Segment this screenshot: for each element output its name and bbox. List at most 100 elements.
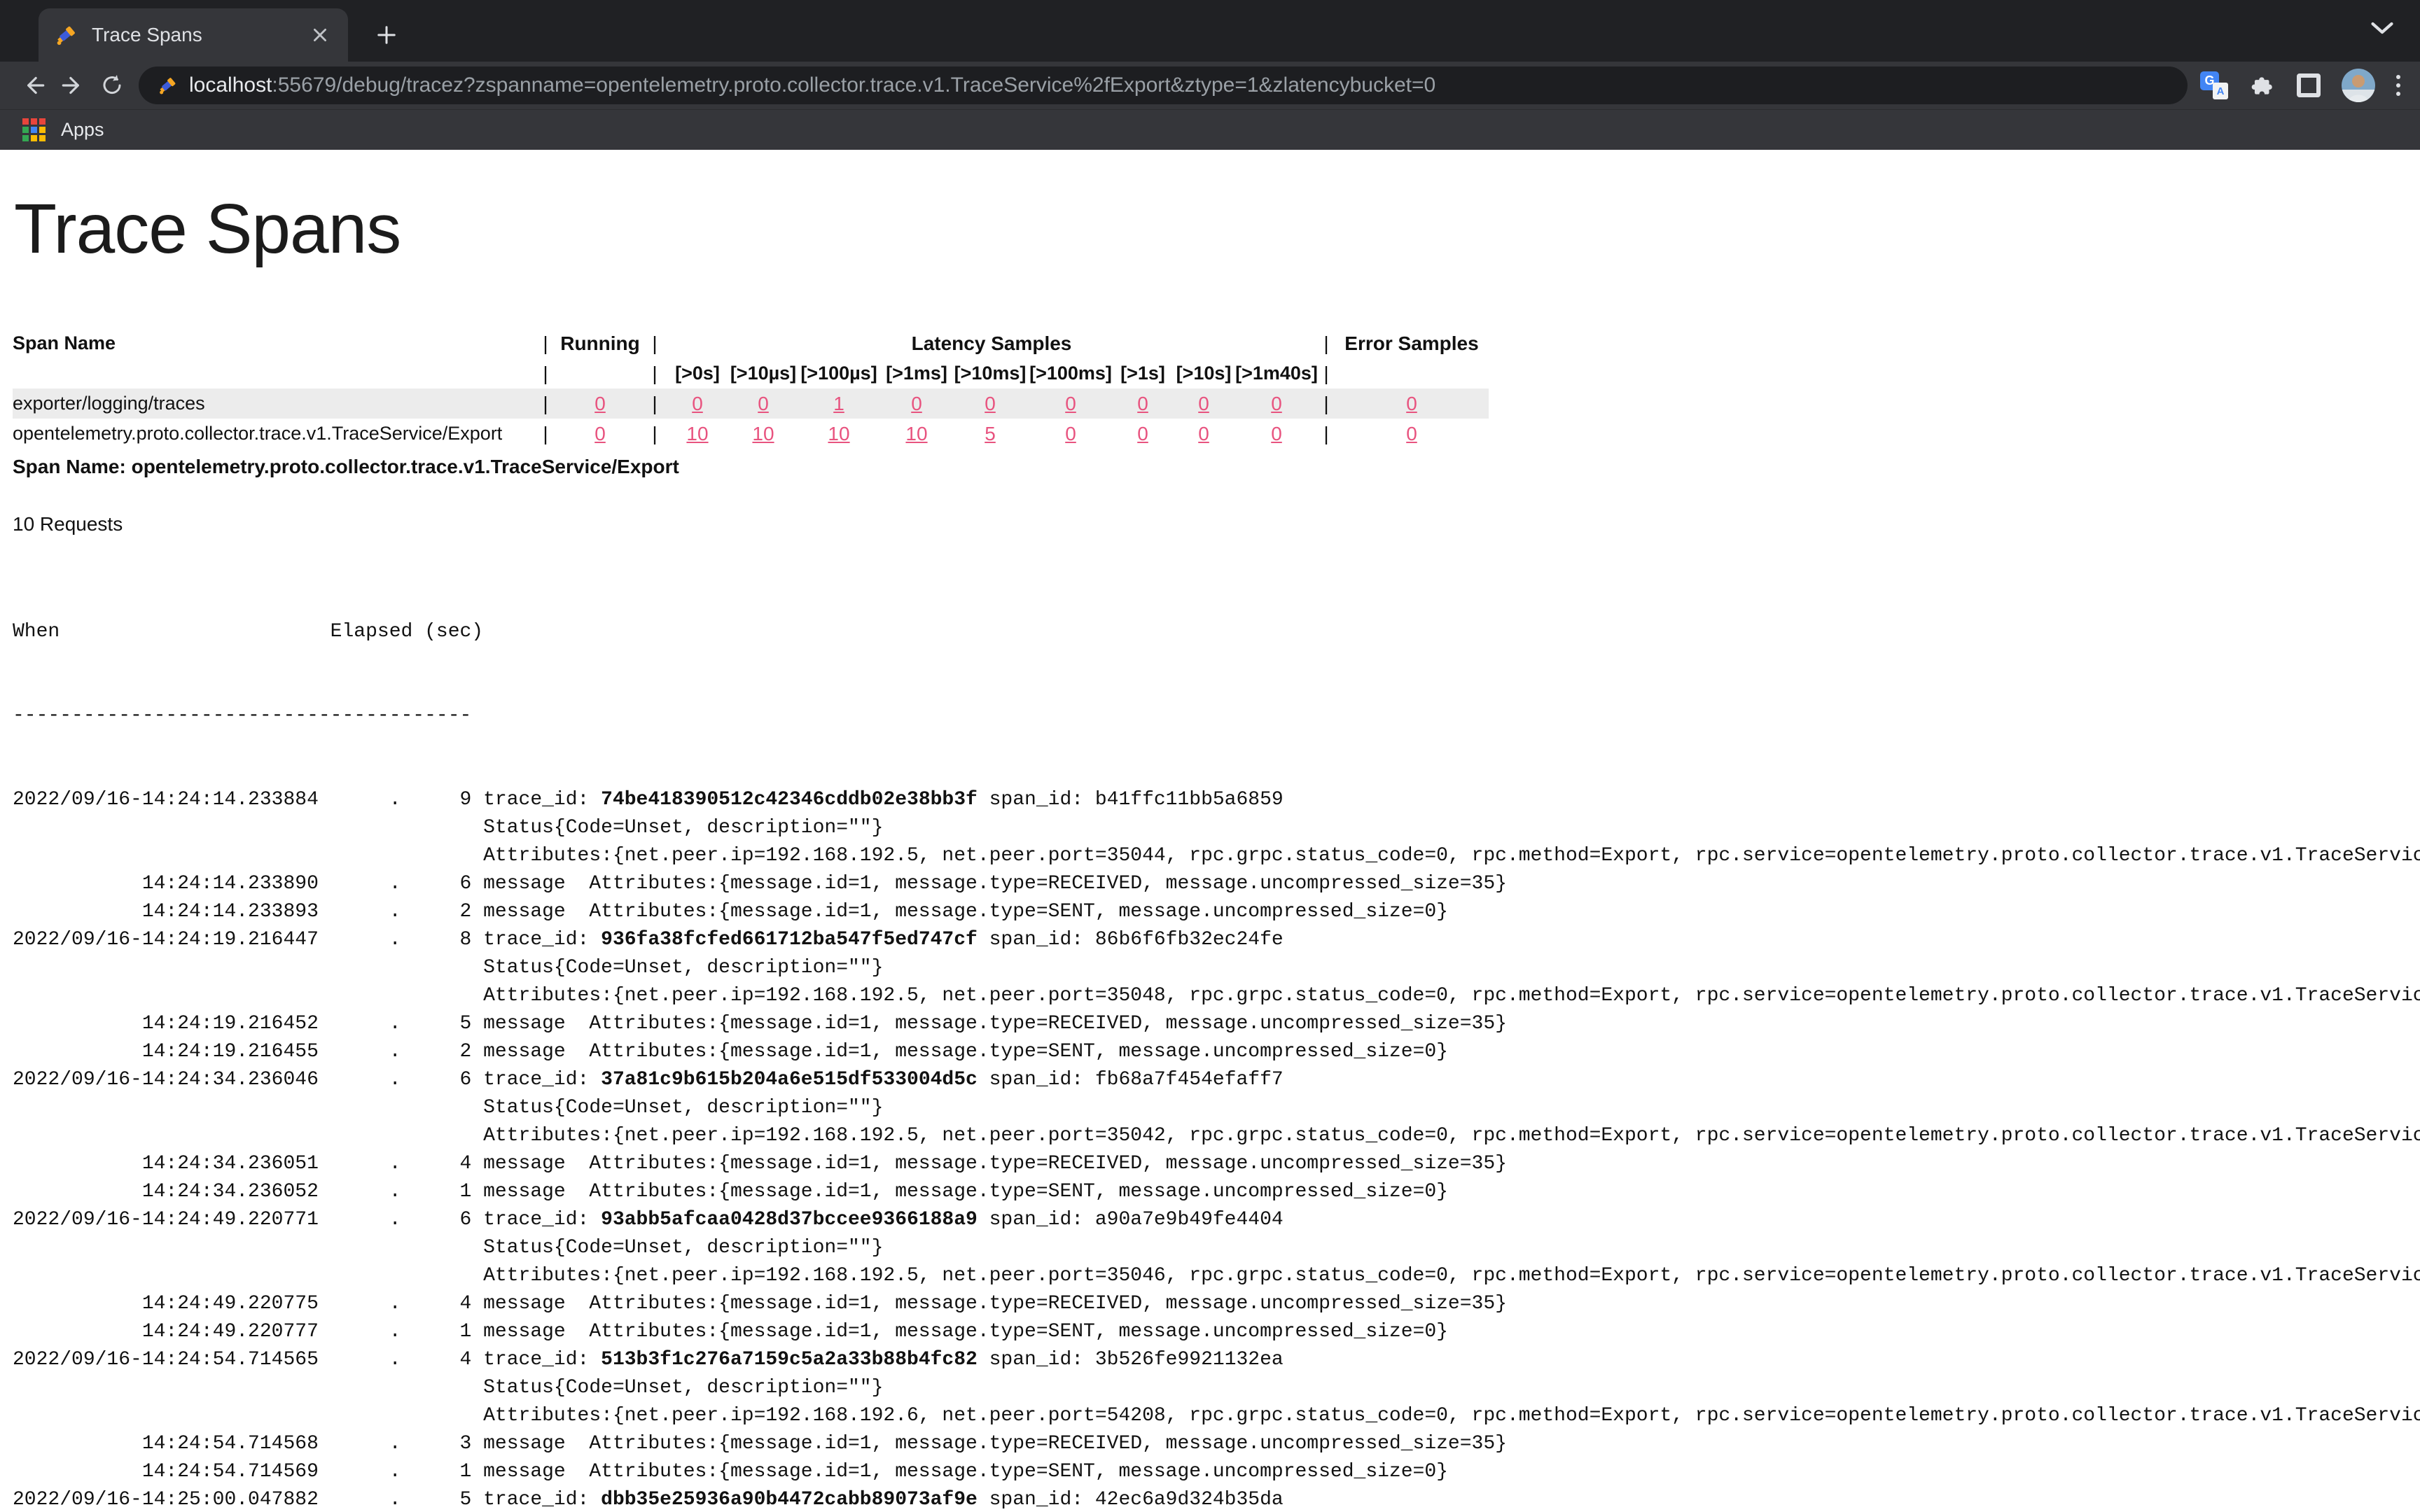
page-title: Trace Spans — [14, 189, 2420, 270]
latency-samples-header: Latency Samples — [665, 328, 1318, 358]
latency-count-cell[interactable]: 0 — [881, 388, 952, 419]
sample-count-link[interactable]: 0 — [1198, 393, 1209, 414]
log-line: 14:24:49.220775 . 4 message Attributes:{… — [13, 1290, 2420, 1318]
log-line: 14:24:19.216452 . 5 message Attributes:{… — [13, 1010, 2420, 1038]
sample-count-link[interactable]: 0 — [1065, 423, 1076, 444]
log-line: Status{Code=Unset, description=""} — [13, 1094, 2420, 1122]
trace-id-value: 93abb5afcaa0428d37bccee9366188a9 — [601, 1209, 978, 1231]
telescope-favicon-icon — [54, 23, 78, 47]
tab-strip: Trace Spans — [0, 0, 2420, 62]
sample-count-link[interactable]: 10 — [752, 423, 774, 444]
latency-count-cell[interactable]: 0 — [730, 388, 797, 419]
sample-count-link[interactable]: 0 — [1065, 393, 1076, 414]
latency-count-cell[interactable]: 10 — [730, 419, 797, 449]
profile-avatar[interactable] — [2342, 69, 2375, 102]
sample-count-link[interactable]: 0 — [594, 393, 606, 414]
tab-search-chevron-icon[interactable] — [2370, 20, 2395, 36]
latency-count-cell[interactable]: 0 — [1113, 419, 1172, 449]
log-line: 14:24:34.236052 . 1 message Attributes:{… — [13, 1178, 2420, 1206]
latency-count-cell[interactable]: 10 — [881, 419, 952, 449]
trace-id-value: 936fa38fcfed661712ba547f5ed747cf — [601, 929, 978, 951]
sample-count-link[interactable]: 0 — [1406, 393, 1417, 414]
reload-button[interactable] — [92, 66, 132, 105]
latency-count-cell[interactable]: 10 — [797, 419, 881, 449]
browser-window: Trace Spans — [0, 0, 2420, 150]
translate-icon[interactable]: G A — [2200, 71, 2228, 99]
side-panel-icon[interactable] — [2297, 74, 2321, 97]
log-line: 14:24:14.233893 . 2 message Attributes:{… — [13, 898, 2420, 926]
latency-count-cell[interactable]: 10 — [665, 419, 730, 449]
latency-count-cell[interactable]: 0 — [1172, 419, 1235, 449]
span-name-cell: exporter/logging/traces — [13, 388, 535, 419]
column-separator: | — [1318, 388, 1335, 419]
sample-count-link[interactable]: 0 — [911, 393, 922, 414]
new-tab-button[interactable] — [367, 15, 406, 55]
log-line: 2022/09/16-14:24:14.233884 . 9 trace_id:… — [13, 786, 2420, 814]
log-line: Attributes:{net.peer.ip=192.168.192.5, n… — [13, 1262, 2420, 1290]
error-count-cell[interactable]: 0 — [1335, 388, 1489, 419]
log-line: 14:24:49.220777 . 1 message Attributes:{… — [13, 1318, 2420, 1346]
back-button[interactable] — [14, 66, 53, 105]
column-separator: | — [644, 388, 665, 419]
sample-count-link[interactable]: 0 — [1406, 423, 1417, 444]
error-count-cell[interactable]: 0 — [1335, 419, 1489, 449]
sample-count-link[interactable]: 10 — [686, 423, 708, 444]
latency-count-cell[interactable]: 5 — [952, 419, 1028, 449]
latency-count-cell[interactable]: 1 — [797, 388, 881, 419]
sample-count-link[interactable]: 0 — [985, 393, 996, 414]
column-separator: | — [644, 419, 665, 449]
latency-count-cell[interactable]: 0 — [1113, 388, 1172, 419]
running-header: Running — [556, 328, 644, 358]
sample-count-link[interactable]: 0 — [594, 423, 606, 444]
log-line: 14:24:34.236051 . 4 message Attributes:{… — [13, 1150, 2420, 1178]
sample-count-link[interactable]: 1 — [833, 393, 844, 414]
latency-bucket-header: [>10s] — [1172, 358, 1235, 388]
url-bar[interactable]: localhost:55679/debug/tracez?zspanname=o… — [139, 66, 2188, 104]
latency-count-cell[interactable]: 0 — [1235, 388, 1318, 419]
sample-count-link[interactable]: 10 — [905, 423, 927, 444]
url-path: :55679/debug/tracez?zspanname=openteleme… — [272, 74, 1435, 97]
sample-count-link[interactable]: 0 — [1271, 423, 1282, 444]
browser-tab[interactable]: Trace Spans — [39, 8, 348, 62]
request-count: 10 Requests — [13, 513, 2420, 536]
latency-count-cell[interactable]: 0 — [1028, 419, 1113, 449]
log-line: 2022/09/16-14:24:34.236046 . 6 trace_id:… — [13, 1066, 2420, 1094]
sample-count-link[interactable]: 5 — [985, 423, 996, 444]
forward-button[interactable] — [53, 66, 92, 105]
selected-span-label: Span Name: opentelemetry.proto.collector… — [13, 456, 2420, 478]
latency-count-cell[interactable]: 0 — [952, 388, 1028, 419]
column-separator: | — [644, 328, 665, 358]
span-summary-table: Span Name | Running | Latency Samples | … — [13, 328, 1489, 449]
menu-dots-icon[interactable] — [2396, 75, 2400, 96]
trace-id-value: 74be418390512c42346cddb02e38bb3f — [601, 789, 978, 811]
apps-shortcut[interactable]: Apps — [61, 119, 104, 141]
running-count-cell[interactable]: 0 — [556, 419, 644, 449]
span-name-header: Span Name — [13, 328, 535, 358]
sample-count-link[interactable]: 0 — [1198, 423, 1209, 444]
latency-bucket-header: [>1s] — [1113, 358, 1172, 388]
sample-count-link[interactable]: 0 — [758, 393, 769, 414]
latency-count-cell[interactable]: 0 — [665, 388, 730, 419]
sample-count-link[interactable]: 10 — [828, 423, 849, 444]
latency-count-cell[interactable]: 0 — [1235, 419, 1318, 449]
extensions-puzzle-icon[interactable] — [2249, 72, 2276, 99]
latency-count-cell[interactable]: 0 — [1172, 388, 1235, 419]
sample-count-link[interactable]: 0 — [1271, 393, 1282, 414]
log-line: 14:24:54.714568 . 3 message Attributes:{… — [13, 1430, 2420, 1458]
log-line: Attributes:{net.peer.ip=192.168.192.5, n… — [13, 842, 2420, 870]
empty-cell — [556, 358, 644, 388]
column-separator: | — [535, 358, 556, 388]
tab-close-icon[interactable] — [307, 22, 333, 48]
latency-count-cell[interactable]: 0 — [1028, 388, 1113, 419]
latency-bucket-header: [>0s] — [665, 358, 730, 388]
empty-cell — [13, 358, 535, 388]
sample-count-link[interactable]: 0 — [1137, 393, 1148, 414]
sample-count-link[interactable]: 0 — [1137, 423, 1148, 444]
running-count-cell[interactable]: 0 — [556, 388, 644, 419]
table-header-row: Span Name | Running | Latency Samples | … — [13, 328, 1489, 358]
column-separator: | — [535, 328, 556, 358]
sample-count-link[interactable]: 0 — [692, 393, 703, 414]
latency-bucket-header: [>10µs] — [730, 358, 797, 388]
latency-bucket-header: [>1m40s] — [1235, 358, 1318, 388]
telescope-favicon-icon — [157, 75, 178, 96]
